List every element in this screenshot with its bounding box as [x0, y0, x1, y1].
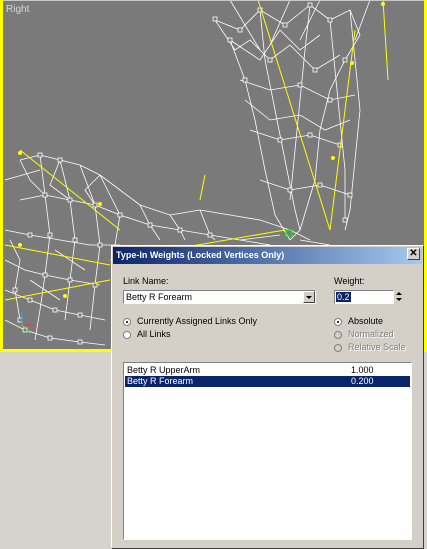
link-weight: 1.000 — [351, 365, 374, 375]
all-links-label[interactable]: All Links — [137, 329, 171, 339]
all-links-radio[interactable] — [123, 331, 131, 339]
link-name-dropdown[interactable]: Betty R Forearm — [123, 290, 316, 304]
normalized-radio[interactable] — [334, 331, 342, 339]
link-weight: 0.200 — [351, 376, 374, 386]
viewport-border-top — [0, 0, 427, 1]
close-button[interactable]: ✕ — [407, 248, 420, 260]
weight-label: Weight: — [334, 276, 365, 286]
spinner-up-icon[interactable] — [396, 292, 402, 295]
relative-scale-radio[interactable] — [334, 344, 342, 352]
weight-spinner[interactable] — [396, 290, 404, 304]
link-name: Betty R UpperArm — [127, 365, 201, 375]
chevron-down-icon — [306, 296, 312, 299]
close-icon: ✕ — [409, 248, 418, 259]
absolute-radio[interactable] — [334, 318, 342, 326]
weight-value: 0.2 — [336, 292, 351, 302]
absolute-label[interactable]: Absolute — [348, 316, 383, 326]
link-name-value: Betty R Forearm — [126, 292, 193, 302]
link-name: Betty R Forearm — [127, 376, 194, 386]
type-in-weights-dialog: Type-In Weights (Locked Vertices Only) ✕… — [111, 245, 424, 549]
link-name-label: Link Name: — [123, 276, 169, 286]
viewport-label[interactable]: Right — [6, 4, 29, 15]
spinner-down-icon[interactable] — [396, 298, 402, 301]
dialog-title: Type-In Weights (Locked Vertices Only) — [116, 250, 285, 260]
viewport-border-left — [0, 0, 3, 352]
list-item[interactable]: Betty R UpperArm 1.000 — [125, 365, 410, 376]
dialog-titlebar[interactable]: Type-In Weights (Locked Vertices Only) — [113, 247, 422, 264]
currently-assigned-label[interactable]: Currently Assigned Links Only — [137, 316, 257, 326]
links-list[interactable]: Betty R UpperArm 1.000 Betty R Forearm 0… — [123, 362, 412, 540]
normalized-label: Normalized — [348, 329, 394, 339]
dropdown-arrow-button[interactable] — [303, 291, 315, 303]
currently-assigned-radio[interactable] — [123, 318, 131, 326]
list-item-selected[interactable]: Betty R Forearm 0.200 — [125, 376, 410, 387]
relative-scale-label: Relative Scale — [348, 342, 406, 352]
weight-input[interactable]: 0.2 — [334, 290, 394, 304]
